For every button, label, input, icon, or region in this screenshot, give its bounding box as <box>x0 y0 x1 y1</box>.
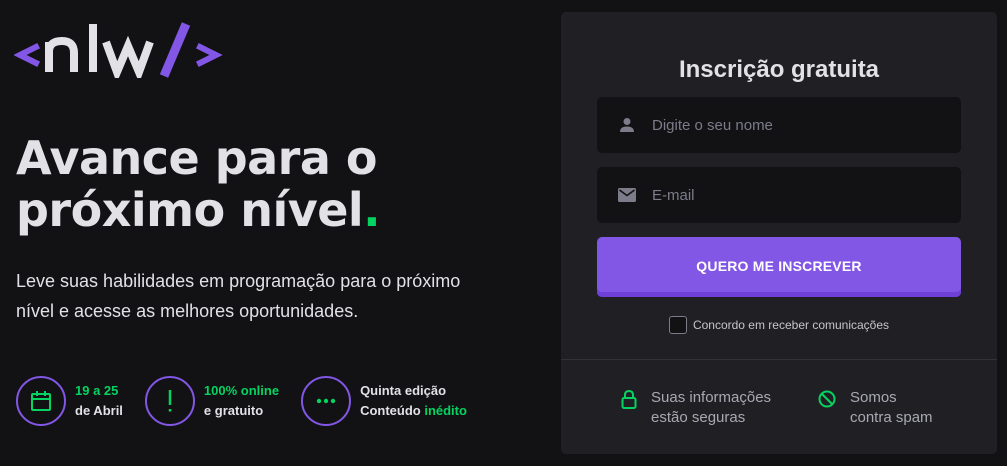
trust-secure: Suas informações estão seguras <box>621 388 771 428</box>
feature-dates: 19 a 25 de Abril <box>16 376 123 426</box>
hero-description: Leve suas habilidades em programação par… <box>16 271 461 321</box>
email-field[interactable] <box>597 167 961 223</box>
feature-edition-line2-prefix: Conteúdo <box>360 403 425 418</box>
name-input[interactable] <box>652 116 932 134</box>
feature-online: 100% online e gratuito <box>144 376 280 426</box>
user-icon <box>617 117 637 133</box>
feature-edition: Quinta edição Conteúdo inédito <box>301 376 467 426</box>
lock-icon <box>621 389 637 416</box>
hero-title-dot: . <box>363 183 381 237</box>
consent-label: Concordo em receber comunicações <box>692 318 890 332</box>
trust-secure-line1: Suas informações <box>651 389 772 406</box>
name-field[interactable] <box>597 97 961 153</box>
trust-no-spam: Somos contra spam <box>818 388 933 428</box>
hero-title: Avance para o próximo nível. <box>16 132 536 236</box>
hero-title-line2: próximo nível <box>16 183 364 237</box>
email-input[interactable] <box>652 186 932 204</box>
feature-edition-line2-highlight: inédito <box>424 403 467 418</box>
nlw-logo <box>14 20 244 78</box>
feature-online-line1: 100% online <box>203 383 280 398</box>
calendar-icon <box>16 376 66 426</box>
signup-card: Inscrição gratuita QUERO ME INSCREVER Co… <box>561 12 997 454</box>
consent-checkbox-row[interactable]: Concordo em receber comunicações <box>561 316 997 334</box>
signup-title: Inscrição gratuita <box>678 56 880 83</box>
subscribe-button[interactable]: QUERO ME INSCREVER <box>597 237 961 297</box>
exclamation-icon <box>144 376 195 426</box>
trust-no-spam-line1: Somos <box>850 389 897 406</box>
mail-icon <box>617 188 637 202</box>
trust-secure-line2: estão seguras <box>651 409 746 426</box>
hero-title-line1: Avance para o <box>16 131 378 185</box>
card-divider <box>561 359 997 360</box>
no-spam-icon <box>818 390 836 414</box>
consent-checkbox[interactable] <box>668 316 687 334</box>
feature-online-line2: e gratuito <box>203 403 264 418</box>
feature-list: 19 a 25 de Abril 100% online e gratuito … <box>16 376 489 426</box>
feature-dates-line2: de Abril <box>75 403 123 418</box>
feature-dates-line1: 19 a 25 <box>75 383 119 398</box>
feature-edition-line1: Quinta edição <box>360 383 447 398</box>
ellipsis-icon <box>301 376 352 426</box>
trust-no-spam-line2: contra spam <box>850 409 933 426</box>
